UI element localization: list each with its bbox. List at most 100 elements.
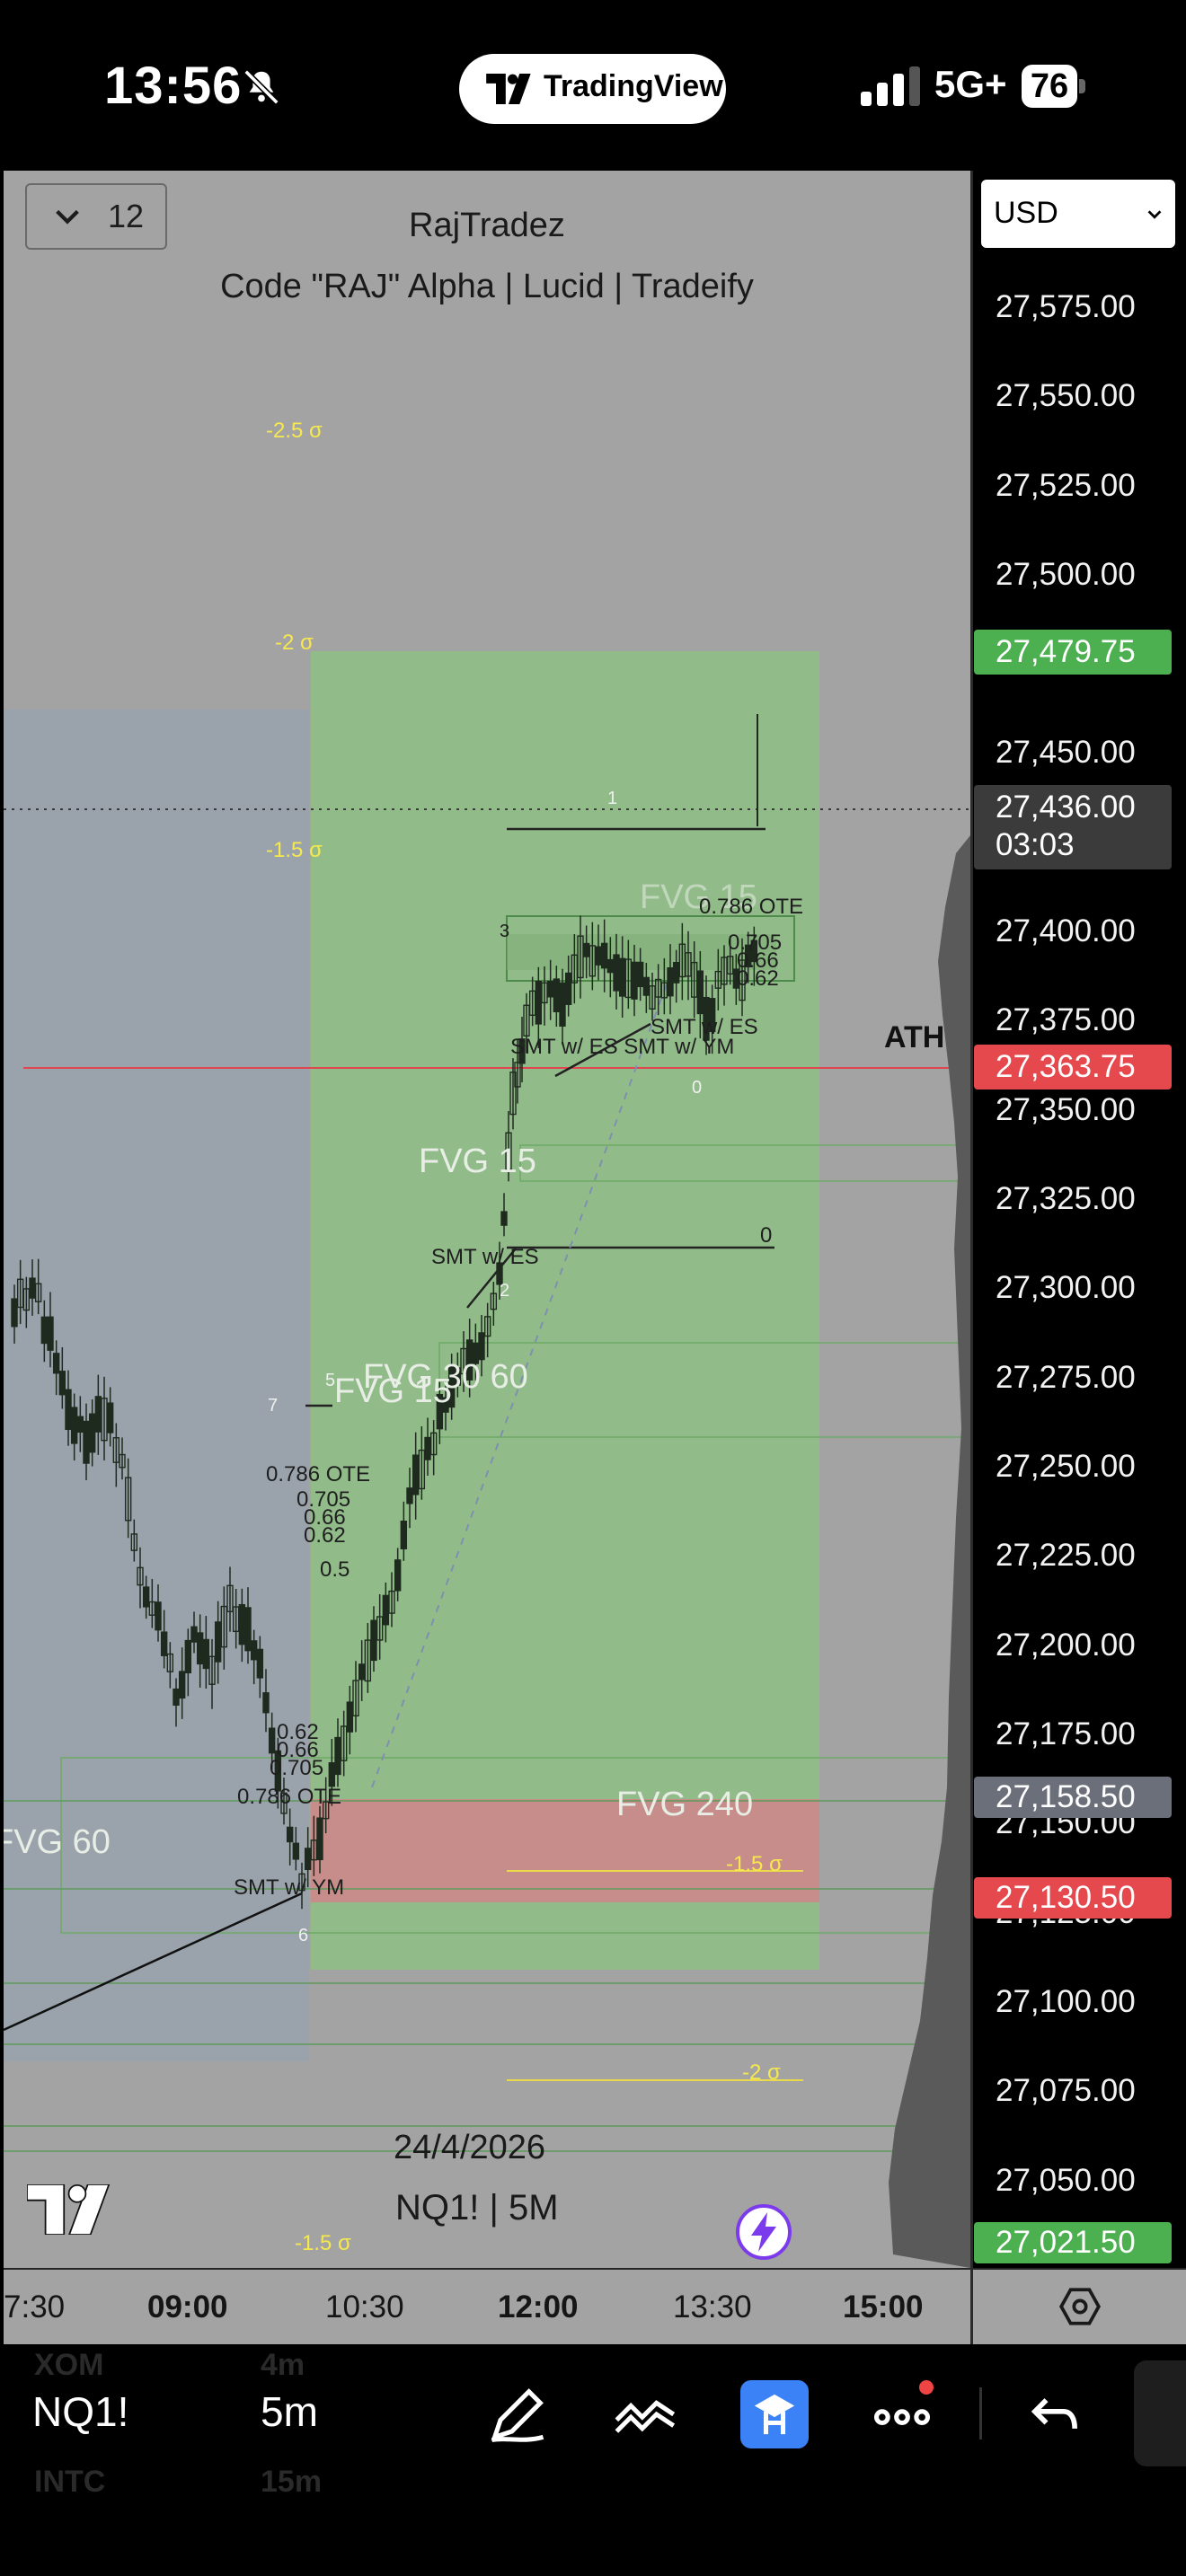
time-tick: 10:30 xyxy=(325,2289,404,2325)
interval-selector[interactable]: 5m xyxy=(261,2387,318,2436)
time-tick: 12:00 xyxy=(498,2289,579,2325)
candle-body xyxy=(106,1402,114,1434)
candle-body xyxy=(142,1586,150,1608)
candle-body xyxy=(316,1817,323,1861)
price-tick: 27,525.00 xyxy=(996,468,1136,503)
tradingview-logo-icon xyxy=(486,74,531,104)
candle-body xyxy=(394,1559,402,1592)
candle-body xyxy=(358,1663,366,1681)
candle-body xyxy=(400,1521,408,1549)
candle-body xyxy=(424,1436,431,1460)
settings-icon[interactable] xyxy=(1058,2284,1102,2329)
price-tick: 27,350.00 xyxy=(996,1092,1136,1127)
swing-number: 0 xyxy=(692,1078,703,1098)
candle-body xyxy=(334,1736,341,1776)
high-price-badge: 27,479.75 xyxy=(974,630,1172,675)
candle-body xyxy=(214,1621,222,1663)
candle-body xyxy=(155,1601,162,1631)
symbol-selector[interactable]: NQ1! xyxy=(32,2387,128,2436)
candle-body xyxy=(582,942,590,957)
price-tick: 27,275.00 xyxy=(996,1360,1136,1395)
bottom-toolbar: XOM 4m INTC 15m NQ1! 5m xyxy=(0,2344,1186,2576)
price-tick: 27,400.00 xyxy=(996,913,1136,948)
price-tick: 27,550.00 xyxy=(996,378,1136,413)
pen-icon[interactable] xyxy=(483,2380,552,2448)
time-tick: 15:00 xyxy=(843,2289,924,2325)
candle-body xyxy=(618,957,626,997)
swing-number: 1 xyxy=(607,789,618,808)
app-pill[interactable]: TradingView xyxy=(459,54,726,124)
lightning-icon[interactable] xyxy=(735,2203,792,2261)
candle-body xyxy=(250,1640,258,1661)
sigma-label: -2 σ xyxy=(275,631,314,655)
fib-label: 0.5 xyxy=(320,1557,350,1582)
candle-body xyxy=(83,1420,90,1464)
candle-body xyxy=(613,954,620,992)
last-price-badge: 27,436.00 03:03 xyxy=(974,785,1172,869)
trend-lines-icon[interactable] xyxy=(611,2380,679,2448)
candle-body xyxy=(160,1631,168,1656)
undo-icon[interactable] xyxy=(1021,2380,1089,2448)
time-tick: 13:30 xyxy=(673,2289,752,2325)
candle-body xyxy=(500,1211,508,1226)
candle-body xyxy=(262,1692,270,1714)
edge-panel-handle[interactable] xyxy=(1134,2360,1186,2466)
last-price-value: 27,436.00 xyxy=(996,790,1136,825)
date-watermark: 24/4/2026 xyxy=(394,2129,546,2166)
toolbar-separator xyxy=(979,2387,982,2439)
axis-divider xyxy=(970,171,973,2344)
candle-body xyxy=(47,1316,54,1351)
smt-label: SMT w/ ES SMT w/ YM xyxy=(510,1035,735,1059)
fib-label: 0.786 OTE xyxy=(699,895,804,919)
candle-body xyxy=(559,982,566,1028)
swing-number: 0 xyxy=(760,1223,773,1248)
candle-body xyxy=(382,1594,390,1626)
clock: 13:56 xyxy=(104,57,243,115)
price-chart[interactable] xyxy=(4,171,970,2268)
price-tick: 27,375.00 xyxy=(996,1002,1136,1037)
candle-body xyxy=(606,958,615,974)
bell-muted-icon xyxy=(243,69,279,105)
candle-body xyxy=(52,1353,60,1374)
candle-body xyxy=(11,1298,18,1328)
ath-price-badge: 27,363.75 xyxy=(974,1045,1172,1090)
level-price-badge: 27,130.50 xyxy=(974,1877,1172,1919)
candle-body xyxy=(564,972,572,1005)
candle-body xyxy=(70,1407,78,1444)
smt-label: SMT w/ YM xyxy=(234,1875,345,1900)
price-tick: 27,100.00 xyxy=(996,1984,1136,2019)
price-tick: 27,075.00 xyxy=(996,2073,1136,2108)
swing-number: 6 xyxy=(298,1926,309,1945)
chart-settings-cell[interactable] xyxy=(973,2268,1186,2344)
candle-body xyxy=(238,1603,246,1645)
candle-body xyxy=(667,966,674,997)
network-type: 5G+ xyxy=(934,63,1007,105)
chevron-down-icon xyxy=(1147,210,1162,219)
candle-body xyxy=(88,1413,96,1453)
price-tick: 27,050.00 xyxy=(996,2163,1136,2198)
swing-number: 3 xyxy=(500,922,510,941)
candle-body xyxy=(535,980,543,1025)
sigma-label: -1.5 σ xyxy=(295,2231,351,2255)
sigma-label: -2 σ xyxy=(742,2060,781,2085)
green-zone xyxy=(311,651,819,1970)
chart-pane[interactable]: 1 2 RajTradez Code "RAJ" Alpha | Lucid | … xyxy=(4,171,970,2268)
candle-body xyxy=(40,1316,49,1345)
time-axis[interactable]: 7:30 09:00 10:30 12:00 13:30 15:00 xyxy=(4,2268,970,2344)
candle-body xyxy=(304,1848,312,1871)
candle-body xyxy=(76,1416,84,1434)
tradingview-logo-icon[interactable] xyxy=(27,2184,122,2235)
fib-label: 0.786 OTE xyxy=(237,1785,342,1809)
long-position-icon[interactable] xyxy=(740,2380,809,2448)
chart-title: RajTradez xyxy=(409,207,565,244)
sigma-label: -2.5 σ xyxy=(266,419,323,443)
candle-body xyxy=(546,980,554,998)
swing-number: 7 xyxy=(268,1396,279,1416)
fvg-label: FVG 60 xyxy=(4,1823,111,1861)
currency-value: USD xyxy=(994,196,1058,230)
candle-body xyxy=(406,1487,413,1504)
symbol-watermark: NQ1! | 5M xyxy=(395,2188,559,2228)
swing-number: 2 xyxy=(500,1281,510,1301)
currency-select[interactable]: USD xyxy=(981,180,1175,248)
candle-body xyxy=(65,1389,72,1431)
